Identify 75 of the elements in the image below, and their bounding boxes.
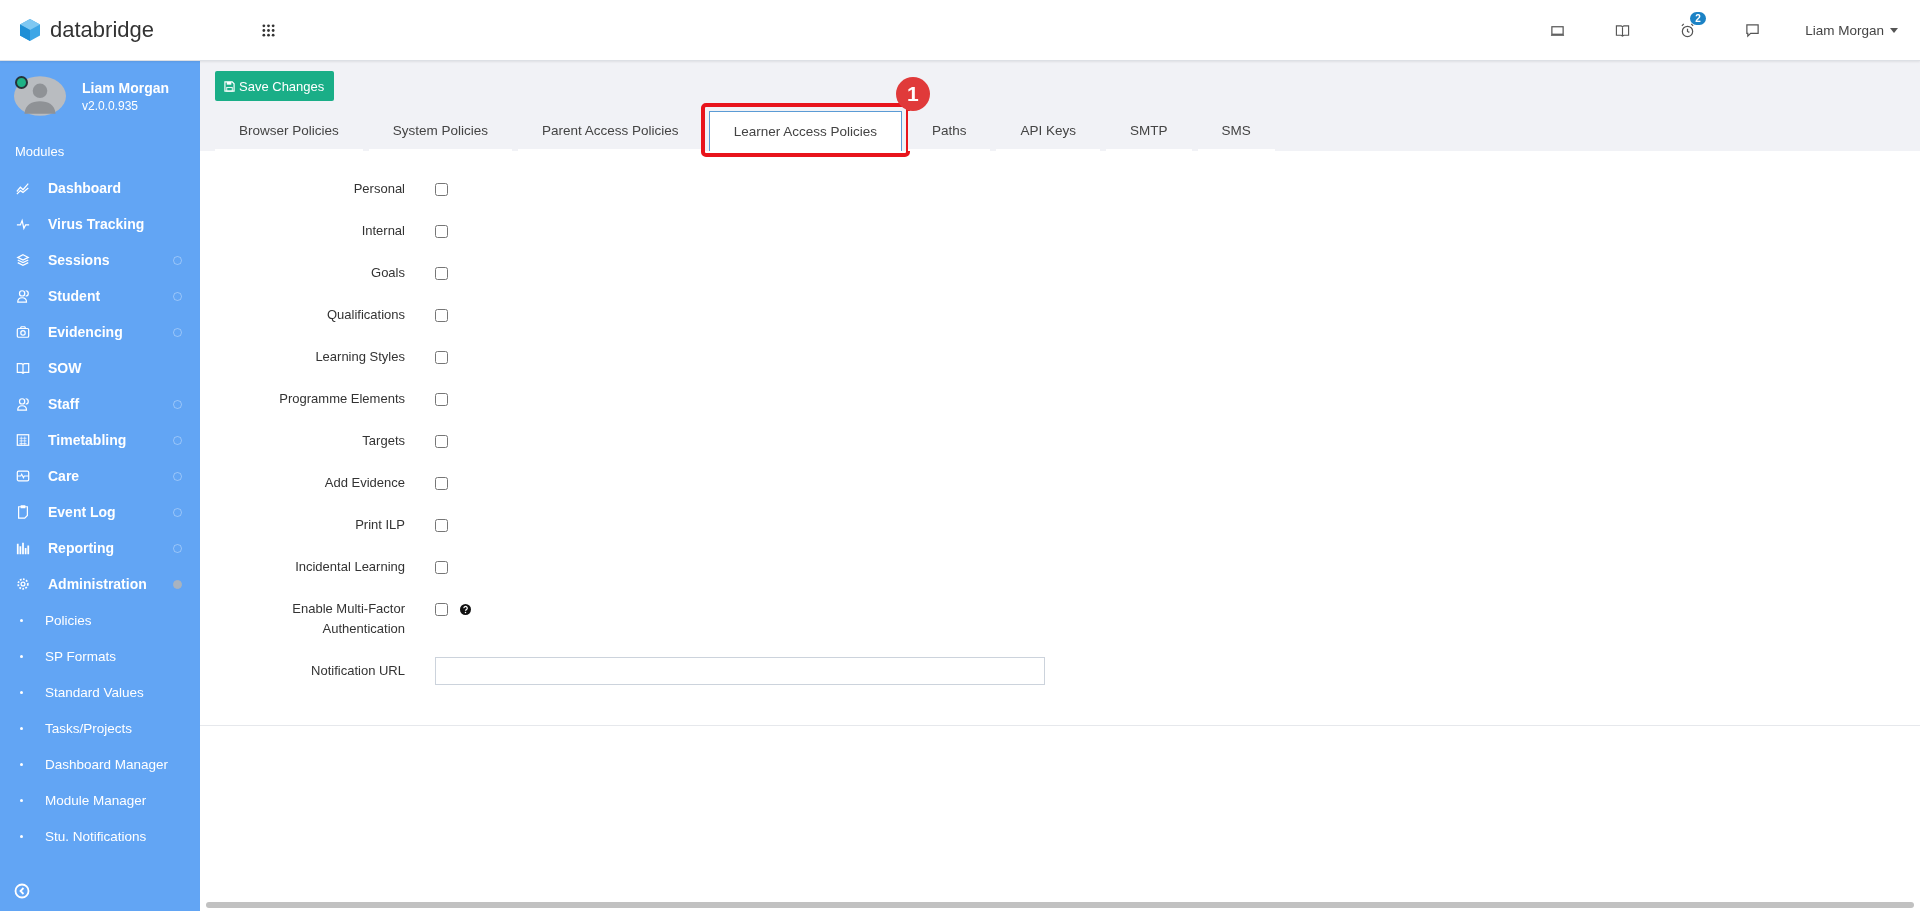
checkbox[interactable] — [435, 560, 448, 574]
checkbox[interactable] — [435, 350, 448, 364]
field-label: Internal — [360, 222, 405, 240]
tab[interactable]: Paths — [907, 111, 991, 151]
field-label: Enable Multi-Factor Authentication — [291, 600, 405, 638]
nav-item[interactable]: Student — [0, 278, 200, 314]
collapse-icon[interactable] — [14, 883, 30, 899]
user-name: Liam Morgan — [82, 79, 170, 96]
monitor-icon — [16, 469, 30, 483]
clipboard-icon — [16, 505, 30, 519]
chat-icon[interactable] — [1745, 22, 1761, 38]
nav-item[interactable]: Dashboard — [0, 170, 200, 206]
field-label: Add Evidence — [323, 474, 405, 492]
checkbox[interactable] — [435, 224, 448, 238]
book-icon — [16, 361, 30, 375]
nav-item[interactable]: Evidencing — [0, 314, 200, 350]
field-label: Print ILP — [354, 516, 405, 534]
checkbox[interactable] — [435, 266, 448, 280]
field-label: Learning Styles — [314, 348, 405, 366]
nav-item[interactable]: Administration — [0, 566, 200, 602]
tab[interactable]: Learner Access Policies — [708, 111, 902, 151]
line-chart-icon — [16, 181, 30, 195]
checkbox[interactable] — [435, 182, 448, 196]
nav-item[interactable]: Sessions — [0, 242, 200, 278]
nav-subitem[interactable]: Module Manager — [0, 782, 200, 818]
calendar-icon — [16, 433, 30, 447]
avatar-icon — [14, 76, 66, 116]
nav-item[interactable]: Virus Tracking — [0, 206, 200, 242]
checkbox[interactable] — [435, 392, 448, 406]
nav-item[interactable]: Timetabling — [0, 422, 200, 458]
users-icon — [16, 289, 30, 303]
apps-grid-icon[interactable] — [262, 23, 275, 37]
caret-icon — [1890, 27, 1898, 33]
checkbox[interactable] — [435, 518, 448, 532]
nav-item[interactable]: Care — [0, 458, 200, 494]
nav-subitem[interactable]: Standard Values — [0, 674, 200, 710]
bar-chart-icon — [16, 541, 30, 555]
camera-icon — [16, 325, 30, 339]
user-menu[interactable]: Liam Morgan — [1805, 22, 1898, 38]
input-field[interactable] — [435, 657, 1045, 685]
field-label: Goals — [370, 264, 405, 282]
alarm-clock-icon[interactable] — [1680, 22, 1696, 38]
checkbox[interactable] — [435, 602, 448, 616]
nav-subitem[interactable]: SP Formats — [0, 638, 200, 674]
book-icon[interactable] — [1615, 22, 1631, 38]
settings-icon — [16, 577, 30, 591]
help-icon[interactable] — [460, 603, 471, 615]
checkbox[interactable] — [435, 434, 448, 448]
nav-item[interactable]: Event Log — [0, 494, 200, 530]
layers-icon — [16, 253, 30, 267]
cube-logo-icon — [18, 18, 42, 42]
save-button[interactable]: Save Changes — [215, 71, 335, 101]
field-label: Qualifications — [325, 306, 405, 324]
checkbox[interactable] — [435, 476, 448, 490]
notification-badge: 2 — [1690, 11, 1706, 25]
nav-item[interactable]: Reporting — [0, 530, 200, 566]
nav-item[interactable]: Staff — [0, 386, 200, 422]
section-heading: Modules — [14, 143, 66, 161]
version-text: v2.0.0.935 — [82, 98, 140, 113]
step-badge: 1 — [895, 77, 930, 111]
nav-subitem[interactable]: Dashboard Manager — [0, 746, 200, 782]
field-label: Incidental Learning — [294, 558, 405, 576]
horizontal-scrollbar[interactable] — [206, 902, 1914, 908]
nav-item[interactable]: SOW — [0, 350, 200, 386]
nav-subitem[interactable]: Policies — [0, 602, 200, 638]
field-label: Programme Elements — [278, 390, 405, 408]
checkbox[interactable] — [435, 308, 448, 322]
users-icon — [16, 397, 30, 411]
nav-subitem[interactable]: Tasks/Projects — [0, 710, 200, 746]
field-label: Personal — [352, 180, 405, 198]
brand-name: databridge — [50, 17, 154, 43]
field-label: Notification URL — [310, 662, 405, 680]
pulse-icon — [16, 217, 30, 231]
nav-subitem[interactable]: Stu. Notifications — [0, 818, 200, 854]
field-label: Targets — [361, 432, 405, 450]
